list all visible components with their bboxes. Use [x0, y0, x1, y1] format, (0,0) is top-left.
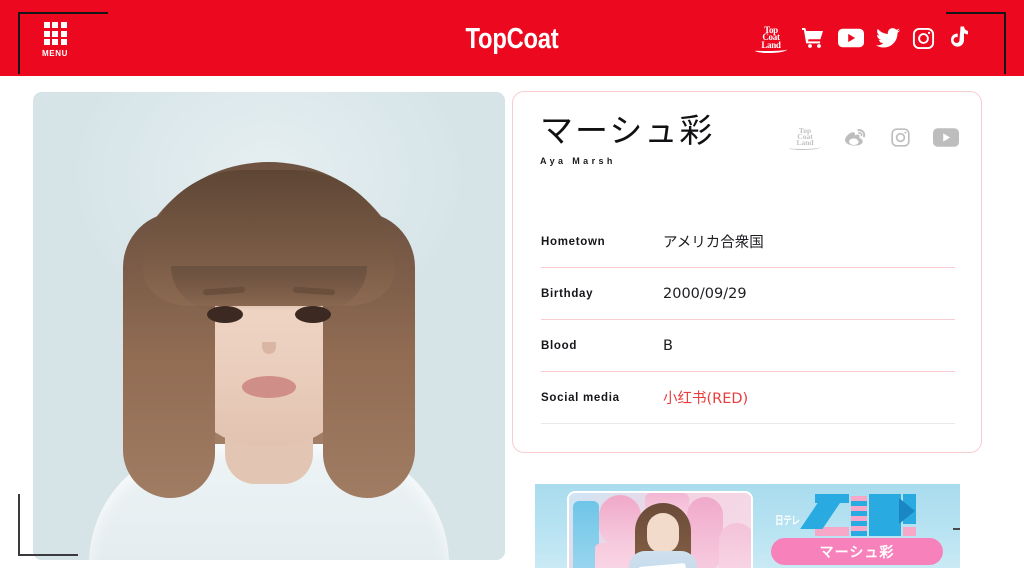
topcoat-land-logo-icon[interactable]: Top Coat Land — [788, 124, 822, 150]
zip-banner-talent-button[interactable]: マーシュ彩 — [771, 538, 943, 565]
youtube-icon[interactable] — [838, 28, 864, 48]
info-label-birthday: Birthday — [541, 287, 594, 300]
weibo-icon[interactable] — [844, 127, 868, 147]
profile-photo — [33, 92, 505, 560]
menu-button[interactable]: MENU — [35, 18, 75, 62]
profile-name-en: Aya Marsh — [540, 156, 616, 166]
instagram-icon[interactable] — [890, 127, 911, 148]
topcoat-land-logo-icon[interactable]: Top Coat Land — [754, 22, 788, 54]
header-icon-bar: Top Coat Land — [754, 20, 968, 56]
twitter-icon[interactable] — [876, 28, 900, 48]
menu-button-label: MENU — [42, 49, 68, 58]
zip-banner[interactable]: ZIP! 日テレ マーシュ彩 — [535, 484, 960, 568]
site-header: MENU TopCoat Top Coat Land — [0, 0, 1024, 76]
info-value-social-media-link[interactable]: 小红书(RED) — [663, 387, 748, 408]
info-label-social-media: Social media — [541, 391, 620, 404]
table-row: Hometown アメリカ合衆国 — [541, 216, 955, 268]
table-row: Birthday 2000/09/29 — [541, 268, 955, 320]
grid-menu-icon — [43, 22, 67, 45]
info-value-birthday: 2000/09/29 — [663, 285, 747, 302]
portrait-illustration — [33, 92, 505, 560]
page-root: MENU TopCoat Top Coat Land マーシュ彩 Aya Mar… — [0, 0, 1024, 568]
banner-edge-marker — [953, 528, 960, 530]
zip-network-label: 日テレ — [775, 514, 800, 527]
cart-icon[interactable] — [800, 26, 826, 50]
profile-card: マーシュ彩 Aya Marsh Top Coat Land Hometown ア… — [512, 91, 982, 453]
instagram-icon[interactable] — [912, 27, 935, 50]
table-row: Social media 小红书(RED) — [541, 372, 955, 424]
info-label-blood: Blood — [541, 339, 578, 352]
info-label-hometown: Hometown — [541, 235, 606, 248]
zip-banner-content: 日テレ マーシュ彩 — [767, 484, 960, 568]
profile-info-table: Hometown アメリカ合衆国 Birthday 2000/09/29 Blo… — [541, 216, 955, 424]
tiktok-icon[interactable] — [947, 26, 968, 50]
info-value-blood: B — [663, 337, 673, 354]
zip-banner-photo: ZIP! — [567, 491, 753, 568]
profile-social-links: Top Coat Land — [788, 124, 959, 150]
table-row: Blood B — [541, 320, 955, 372]
zip-logo — [815, 490, 916, 536]
info-value-hometown: アメリカ合衆国 — [663, 235, 764, 251]
youtube-icon[interactable] — [933, 127, 959, 147]
